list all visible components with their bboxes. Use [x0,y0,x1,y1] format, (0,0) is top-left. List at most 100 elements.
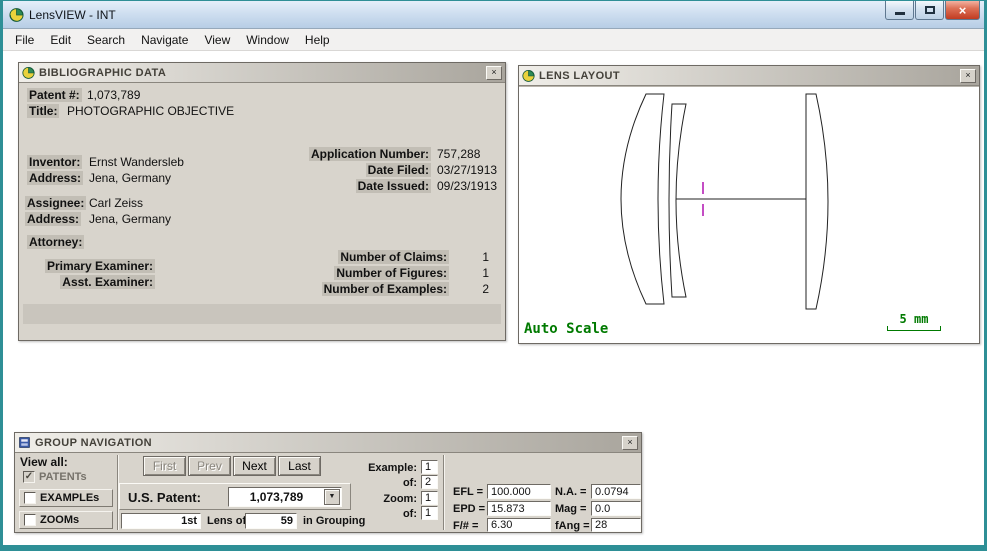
date-issued-label: Date Issued: [356,179,431,193]
biblio-window-title: BIBLIOGRAPHIC DATA [39,67,166,79]
maximize-icon [925,6,935,14]
lens-layout-window-title: LENS LAYOUT [539,70,620,82]
patent-title-value: PHOTOGRAPHIC OBJECTIVE [67,104,234,118]
lens-of-label: Lens of [207,515,246,527]
view-all-label: View all: [20,455,68,469]
us-patent-label: U.S. Patent: [128,490,201,505]
patent-title-label: Title: [27,104,59,118]
date-issued-value: 09/23/1913 [437,179,497,193]
maximize-button[interactable] [915,1,944,20]
title-bar[interactable]: LensVIEW - INT × [3,1,984,29]
fang-value: 28 [595,519,607,531]
scale-bar-icon [887,326,941,331]
lens-layout-titlebar[interactable]: LENS LAYOUT × [519,66,979,86]
fnum-label: F/# = [453,520,478,532]
assignee-label: Assignee: [25,196,86,210]
last-button[interactable]: Last [278,456,321,476]
lens-layout-content: Auto Scale 5 mm [519,86,979,343]
group-navigation-window-title: GROUP NAVIGATION [35,437,152,449]
figures-label: Number of Figures: [334,266,449,280]
example-of-label: of: [345,477,417,489]
examples-checkbox-icon [24,492,36,504]
menu-search[interactable]: Search [79,30,133,50]
checkbox-examples[interactable]: EXAMPLEs [19,489,113,507]
zoom-of-label: of: [345,508,417,520]
menu-edit[interactable]: Edit [42,30,79,50]
fnum-field[interactable]: 6.30 [487,518,551,532]
menu-file[interactable]: File [7,30,42,50]
window-icon [522,69,535,82]
claims-value: 1 [482,250,489,264]
vertical-divider [443,455,445,530]
assignee-address-label: Address: [25,212,81,226]
close-button[interactable]: × [945,1,980,20]
na-value: 0.0794 [595,486,629,498]
group-navigation-titlebar[interactable]: GROUP NAVIGATION × [15,433,641,453]
close-icon[interactable]: × [486,66,502,80]
example-of-value: 2 [425,476,431,488]
zoom-label: Zoom: [345,493,417,505]
minimize-icon [895,12,905,15]
lens-layout-window: LENS LAYOUT × Auto Scale [518,65,980,344]
group-navigation-content: View all: ✓ PATENTs EXAMPLEs ZOOMs First [15,453,641,532]
bibliographic-data-window: BIBLIOGRAPHIC DATA × Patent #: 1,073,789… [18,62,506,341]
figures-value: 1 [482,266,489,280]
patent-number-combobox[interactable]: 1,073,789 ▼ [228,487,342,507]
examples-value: 2 [482,282,489,296]
next-button[interactable]: Next [233,456,276,476]
patent-number-label: Patent #: [27,88,82,102]
fang-field[interactable]: 28 [591,518,641,532]
close-icon[interactable]: × [960,69,976,83]
fnum-value: 6.30 [491,519,512,531]
na-label: N.A. = [555,486,586,498]
date-filed-label: Date Filed: [366,163,431,177]
efl-value: 100.000 [491,486,531,498]
lens-count-field[interactable]: 59 [245,513,297,529]
checkbox-patents[interactable]: ✓ PATENTs [23,471,87,483]
lens-position-field[interactable]: 1st [121,513,201,529]
menu-view[interactable]: View [196,30,238,50]
menu-help[interactable]: Help [297,30,338,50]
example-value: 1 [425,461,431,473]
na-field[interactable]: 0.0794 [591,484,641,499]
examples-label: Number of Examples: [322,282,449,296]
zoom-field[interactable]: 1 [421,491,438,505]
window-icon [18,436,31,449]
patents-checkbox-label: PATENTs [39,471,87,483]
checkbox-zooms[interactable]: ZOOMs [19,511,113,529]
lens-element-3 [806,94,828,309]
examples-checkbox-label: EXAMPLEs [40,492,99,504]
bibliographic-data-titlebar[interactable]: BIBLIOGRAPHIC DATA × [19,63,505,83]
zoom-of-field[interactable]: 1 [421,506,438,520]
menu-navigate[interactable]: Navigate [133,30,196,50]
prev-button[interactable]: Prev [188,456,231,476]
claims-label: Number of Claims: [338,250,449,264]
close-icon[interactable]: × [622,436,638,450]
application-number-label: Application Number: [309,147,431,161]
mag-value: 0.0 [595,503,610,515]
app-icon [9,7,24,22]
menu-window[interactable]: Window [238,30,297,50]
fang-label: fAng = [555,520,590,532]
efl-field[interactable]: 100.000 [487,484,551,499]
epd-field[interactable]: 15.873 [487,501,551,516]
bibliographic-data-content: Patent #: 1,073,789 Title: PHOTOGRAPHIC … [19,83,505,340]
mdi-area: BIBLIOGRAPHIC DATA × Patent #: 1,073,789… [3,51,984,545]
patents-checkbox-icon: ✓ [23,471,35,483]
efl-label: EFL = [453,486,483,498]
minimize-button[interactable] [885,1,914,20]
patent-selector-panel: U.S. Patent: 1,073,789 ▼ [119,483,351,510]
lens-element-1 [621,94,664,304]
window-title: LensVIEW - INT [29,8,116,22]
epd-value: 15.873 [491,503,525,515]
window-icon [22,66,35,79]
example-of-field[interactable]: 2 [421,475,438,489]
zoom-of-value: 1 [425,507,431,519]
example-field[interactable]: 1 [421,460,438,474]
zooms-checkbox-icon [24,514,36,526]
first-button[interactable]: First [143,456,186,476]
chevron-down-icon[interactable]: ▼ [324,489,340,505]
date-filed-value: 03/27/1913 [437,163,497,177]
mag-field[interactable]: 0.0 [591,501,641,516]
patent-number-selected-value: 1,073,789 [229,490,324,504]
